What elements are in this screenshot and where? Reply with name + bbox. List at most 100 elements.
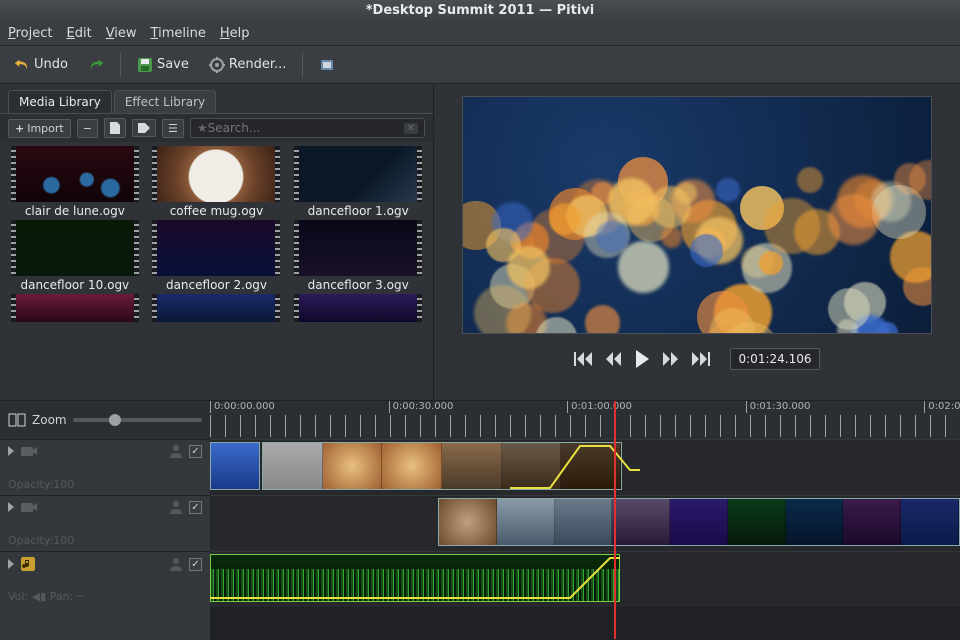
search-input[interactable] — [208, 121, 404, 135]
media-thumbnail — [11, 220, 139, 276]
music-note-icon — [20, 556, 36, 572]
video-clip[interactable] — [438, 498, 960, 546]
menu-edit[interactable]: Edit — [67, 26, 92, 41]
media-thumbnail — [294, 220, 422, 276]
track-property[interactable]: Vol: ◀▮ Pan: ─ — [8, 590, 202, 603]
left-panel: Media Library Effect Library + Import − … — [0, 84, 434, 400]
media-item[interactable]: dancefloor 3.ogv — [289, 220, 427, 292]
expand-icon[interactable] — [8, 559, 14, 569]
camera-icon — [20, 500, 38, 514]
library-toolbar: + Import − ☰ ★ ✕ — [0, 113, 433, 142]
menu-timeline[interactable]: Timeline — [151, 26, 206, 41]
expand-icon[interactable] — [8, 502, 14, 512]
media-thumbnail — [294, 146, 422, 202]
person-icon[interactable] — [169, 444, 183, 458]
play-button[interactable] — [634, 350, 650, 368]
video-track-header: ✓ Opacity:100 — [0, 495, 210, 551]
ruler-tick: 0:00:30.000 — [389, 401, 454, 413]
timeline: Zoom 0:00:00.0000:00:30.0000:01:00.0000:… — [0, 400, 960, 640]
track-visible-checkbox[interactable]: ✓ — [189, 445, 202, 458]
video-preview[interactable] — [462, 96, 932, 334]
media-item[interactable]: coffee mug.ogv — [148, 146, 286, 218]
media-item-label: dancefloor 10.ogv — [20, 278, 129, 292]
render-button[interactable]: Render... — [203, 54, 292, 76]
playhead-line[interactable] — [614, 439, 616, 639]
menu-help[interactable]: Help — [220, 26, 250, 41]
import-button[interactable]: + Import — [8, 119, 71, 138]
clip-props-button[interactable] — [104, 118, 126, 138]
media-item[interactable] — [6, 294, 144, 322]
zoom-fit-icon[interactable] — [8, 413, 26, 427]
media-thumbnail — [11, 146, 139, 202]
media-item-label: dancefloor 1.ogv — [308, 204, 409, 218]
render-icon — [209, 57, 225, 73]
menu-project[interactable]: Project — [8, 26, 53, 41]
media-thumbnail — [152, 294, 280, 322]
timecode-display[interactable]: 0:01:24.106 — [730, 348, 821, 370]
menu-view[interactable]: View — [106, 26, 137, 41]
redo-icon — [88, 57, 104, 73]
media-thumbnail — [11, 294, 139, 322]
media-item[interactable]: dancefloor 1.ogv — [289, 146, 427, 218]
media-thumbnail — [152, 220, 280, 276]
screenshot-icon — [319, 57, 335, 73]
camera-icon — [20, 444, 38, 458]
media-thumbnail — [152, 146, 280, 202]
zoom-slider[interactable] — [73, 418, 202, 422]
save-icon — [137, 57, 153, 73]
media-item[interactable]: dancefloor 10.ogv — [6, 220, 144, 292]
redo-button[interactable] — [82, 54, 110, 76]
window-title: *Desktop Summit 2011 — Pitivi — [0, 0, 960, 22]
track-property[interactable]: Opacity:100 — [8, 534, 202, 547]
save-label: Save — [157, 57, 189, 72]
search-field[interactable]: ★ ✕ — [190, 118, 425, 138]
ruler-tick: 0:02:00.000 — [924, 401, 960, 413]
rewind-button[interactable] — [604, 352, 622, 366]
media-item-label: dancefloor 2.ogv — [166, 278, 267, 292]
goto-start-button[interactable] — [574, 352, 592, 366]
expand-icon[interactable] — [8, 446, 14, 456]
remove-button[interactable]: − — [77, 119, 98, 138]
undo-button[interactable]: Undo — [8, 54, 74, 76]
forward-button[interactable] — [662, 352, 680, 366]
import-label: Import — [27, 122, 64, 135]
zoom-label: Zoom — [32, 413, 67, 427]
star-icon: ★ — [197, 121, 208, 135]
audio-clip[interactable] — [210, 554, 620, 602]
track-visible-checkbox[interactable]: ✓ — [189, 501, 202, 514]
video-clip[interactable] — [210, 442, 260, 490]
goto-end-button[interactable] — [692, 352, 710, 366]
ruler-tick: 0:00:00.000 — [210, 401, 275, 413]
screenshot-button[interactable] — [313, 54, 341, 76]
preview-panel: 0:01:24.106 — [434, 84, 960, 400]
ruler-tick: 0:01:00.000 — [567, 401, 632, 413]
clear-search-icon[interactable]: ✕ — [404, 123, 418, 134]
page-icon — [109, 121, 121, 135]
tag-icon — [137, 122, 151, 134]
media-item[interactable]: clair de lune.ogv — [6, 146, 144, 218]
track-area[interactable] — [210, 439, 960, 640]
list-icon: ☰ — [168, 122, 178, 135]
plus-icon: + — [15, 122, 24, 135]
audio-track-header: ✓ Vol: ◀▮ Pan: ─ — [0, 551, 210, 607]
video-clip[interactable] — [262, 442, 622, 490]
save-button[interactable]: Save — [131, 54, 195, 76]
insert-end-button[interactable] — [132, 119, 156, 137]
timeline-ruler[interactable]: 0:00:00.000 0:00:30.000 0:01:00.000 0:01:30… — [210, 401, 960, 439]
media-item[interactable]: dancefloor 2.ogv — [148, 220, 286, 292]
tab-media-library[interactable]: Media Library — [8, 90, 112, 113]
person-icon[interactable] — [169, 500, 183, 514]
track-headers: ✓ Opacity:100 ✓ Opacity:100 ✓ Vol: ◀▮ Pan: ─ — [0, 439, 210, 640]
ruler-tick: 0:01:30.000 — [746, 401, 811, 413]
playback-controls: 0:01:24.106 — [574, 348, 821, 370]
media-item[interactable] — [148, 294, 286, 322]
track-visible-checkbox[interactable]: ✓ — [189, 558, 202, 571]
list-view-button[interactable]: ☰ — [162, 119, 184, 138]
video-track-header: ✓ Opacity:100 — [0, 439, 210, 495]
undo-icon — [14, 57, 30, 73]
media-item[interactable] — [289, 294, 427, 322]
media-item-label: coffee mug.ogv — [170, 204, 264, 218]
person-icon[interactable] — [169, 557, 183, 571]
track-property[interactable]: Opacity:100 — [8, 478, 202, 491]
tab-effect-library[interactable]: Effect Library — [114, 90, 216, 113]
